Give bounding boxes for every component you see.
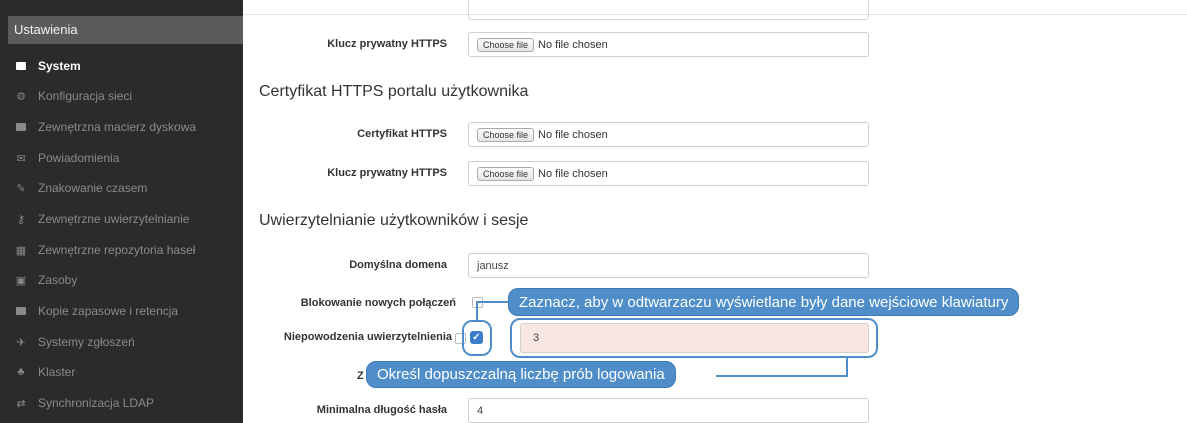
sidebar-item-network[interactable]: ⚙ Konfiguracja sieci (14, 86, 242, 106)
block-connections-label: Blokowanie nowych połączeń (300, 297, 456, 309)
sidebar-item-label: Powiadomienia (38, 151, 120, 165)
sidebar-item-external-auth[interactable]: ⚷ Zewnętrzne uwierzytelnianie (14, 209, 242, 229)
callout-connector (476, 302, 478, 321)
sidebar-item-ldap[interactable]: ⇄ Synchronizacja LDAP (14, 393, 242, 413)
sidebar-item-label: Kopie zapasowe i retencja (38, 304, 179, 318)
sidebar-item-label: Zewnętrzne repozytoria haseł (38, 243, 196, 257)
show-keyboard-checkbox[interactable]: ✓ (470, 331, 483, 344)
sitemap-icon: ♣ (17, 366, 25, 378)
sidebar-item-timestamping[interactable]: ✎ Znakowanie czasem (14, 178, 242, 198)
sidebar-title: Ustawienia (8, 16, 243, 44)
sidebar-item-label: System (38, 59, 81, 73)
cert-file-input[interactable]: Choose file No file chosen (468, 122, 869, 147)
private-key-top-file-input[interactable]: Choose file No file chosen (468, 32, 869, 57)
image-icon: ▣ (15, 274, 27, 287)
key-icon: ⚷ (16, 213, 26, 226)
default-domain-input[interactable]: janusz (468, 253, 869, 278)
sidebar-item-storage[interactable]: Zewnętrzna macierz dyskowa (14, 117, 242, 137)
sidebar-item-cluster[interactable]: ♣ Klaster (14, 362, 242, 382)
callout-keyboard-input: Zaznacz, aby w odtwarzaczu wyświetlane b… (508, 288, 1020, 316)
sidebar-item-label: Zewnętrzna macierz dyskowa (38, 120, 197, 134)
gears-icon: ⚙ (16, 90, 26, 103)
partial-label: Z (357, 370, 364, 382)
file-status: No file chosen (538, 128, 608, 141)
sidebar-item-label: Systemy zgłoszeń (38, 335, 135, 349)
callout-connector (846, 357, 848, 377)
cert-label: Certyfikat HTTPS (357, 128, 447, 140)
sidebar-item-label: Klaster (38, 365, 76, 379)
sidebar-item-label: Znakowanie czasem (38, 181, 148, 195)
sidebar-item-label: Synchronizacja LDAP (38, 396, 155, 410)
private-key-top-label: Klucz prywatny HTTPS (327, 38, 447, 50)
callout-connector (476, 301, 510, 303)
sidebar-item-label: Zewnętrzne uwierzytelnianie (38, 212, 190, 226)
drive-icon (14, 120, 28, 134)
edit-icon: ✎ (16, 182, 26, 195)
private-key-label: Klucz prywatny HTTPS (327, 167, 447, 179)
min-password-label: Minimalna długość hasła (316, 404, 447, 416)
sidebar: Ustawienia System ⚙ Konfiguracja sieci Z… (0, 0, 243, 423)
private-key-file-input[interactable]: Choose file No file chosen (468, 161, 869, 186)
previous-field[interactable] (468, 0, 869, 20)
sidebar-item-backup[interactable]: Kopie zapasowe i retencja (14, 301, 242, 321)
grid-icon: ▦ (15, 244, 27, 257)
sidebar-item-notifications[interactable]: ✉ Powiadomienia (14, 148, 242, 168)
choose-file-button[interactable]: Choose file (477, 166, 535, 181)
section-title-user-portal: Certyfikat HTTPS portalu użytkownika (259, 83, 529, 100)
file-status: No file chosen (538, 167, 608, 180)
choose-file-button[interactable]: Choose file (477, 37, 535, 52)
exchange-icon: ⇄ (16, 397, 26, 410)
choose-file-button[interactable]: Choose file (477, 127, 535, 142)
sidebar-item-resources[interactable]: ▣ Zasoby (14, 270, 242, 290)
archive-icon (14, 304, 28, 318)
plane-icon: ✈ (16, 336, 26, 349)
sidebar-item-label: Konfiguracja sieci (38, 89, 133, 103)
callout-login-attempts: Określ dopuszczalną liczbę prób logowani… (366, 361, 676, 388)
auth-failures-label: Niepowodzenia uwierzytelnienia (283, 331, 452, 343)
section-title-auth: Uwierzytelnianie użytkowników i sesje (259, 212, 529, 229)
min-password-input[interactable]: 4 (468, 398, 869, 423)
sidebar-item-label: Zasoby (38, 273, 78, 287)
sidebar-item-password-repos[interactable]: ▦ Zewnętrzne repozytoria haseł (14, 240, 242, 260)
default-domain-label: Domyślna domena (349, 259, 447, 271)
callout-connector (716, 375, 848, 377)
input-highlight-ring (510, 318, 878, 358)
envelope-icon: ✉ (16, 152, 26, 165)
sidebar-item-ticketing[interactable]: ✈ Systemy zgłoszeń (14, 332, 242, 352)
sidebar-item-system[interactable]: System (14, 56, 242, 76)
file-status: No file chosen (538, 38, 608, 51)
folder-icon (14, 59, 28, 73)
